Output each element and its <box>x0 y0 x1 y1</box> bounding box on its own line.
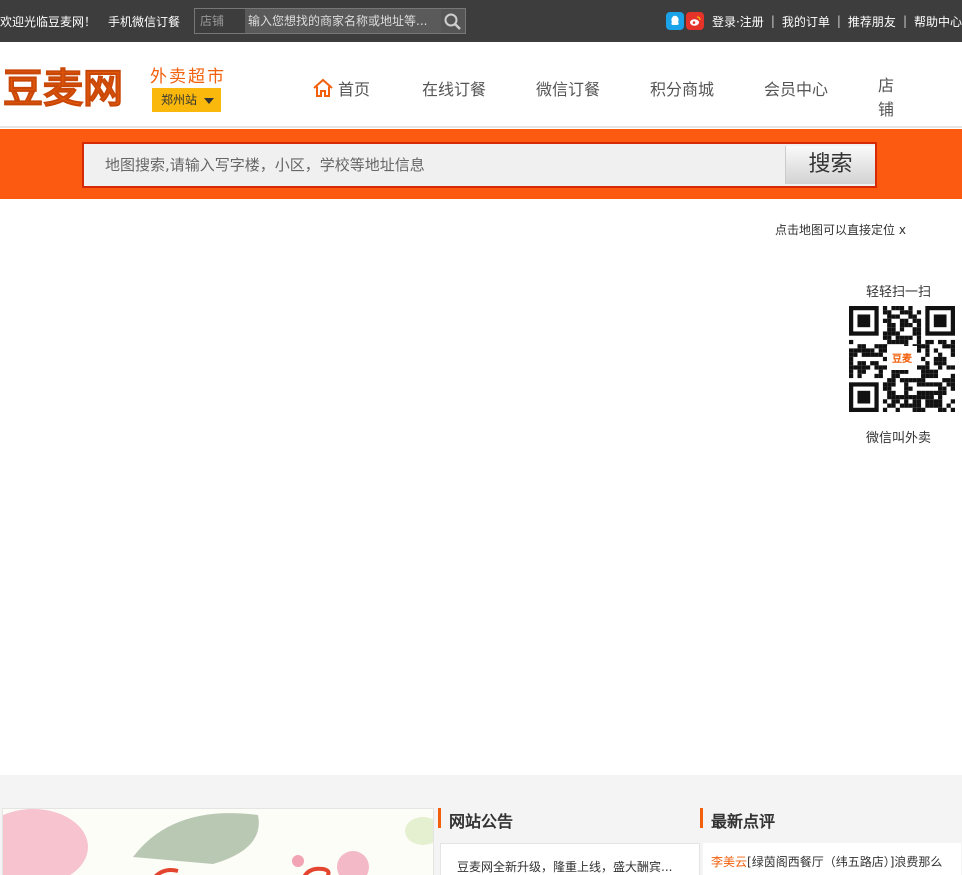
divider: | <box>902 14 907 28</box>
qr-caption: 微信叫外卖 <box>866 431 932 446</box>
site-header: 豆麦网 外卖超市 郑州站 首页 在线订餐 微信订餐 积分商城 会员中心 店铺 <box>0 42 962 128</box>
my-orders-link[interactable]: 我的订单 <box>782 13 830 30</box>
banner-image <box>3 809 433 875</box>
map-hint-text: 点击地图可以直接定位 <box>775 223 896 237</box>
review-item[interactable]: 李美云[绿茵阁西餐厅（纬五路店）]浪费那么 <box>711 853 951 871</box>
logo-text: 豆麦网 <box>3 65 123 112</box>
map-area[interactable]: 点击地图可以直接定位 x 轻轻扫一扫 豆麦 微信叫外卖 <box>0 199 962 775</box>
city-selector[interactable]: 郑州站 <box>152 88 221 112</box>
home-icon <box>313 78 333 97</box>
notice-list: 豆麦网全新升级，隆重上线，盛大酬宾... <box>440 843 700 875</box>
review-text: [绿茵阁西餐厅（纬五路店）]浪费那么 <box>747 855 943 869</box>
search-button[interactable]: 搜索 <box>785 146 875 184</box>
nav-member-center[interactable]: 会员中心 <box>764 76 828 100</box>
reviews-title: 最新点评 <box>700 808 775 831</box>
top-links: 登录·注册 | 我的订单 | 推荐朋友 | 帮助中心 <box>665 10 962 32</box>
divider: | <box>770 14 775 28</box>
nav-online-order[interactable]: 在线订餐 <box>422 76 486 100</box>
nav-store[interactable]: 店铺 <box>878 74 898 120</box>
top-search: 店铺 <box>194 8 466 34</box>
promo-banner[interactable] <box>2 808 434 875</box>
qr-logo-text: 豆麦 <box>892 352 913 365</box>
map-search: 搜索 <box>82 142 877 188</box>
notice-title: 网站公告 <box>438 808 513 831</box>
wechat-order-link[interactable]: 手机微信订餐 <box>108 13 180 30</box>
site-logo[interactable]: 豆麦网 <box>3 60 143 113</box>
map-hint: 点击地图可以直接定位 x <box>775 221 906 238</box>
scan-label: 轻轻扫一扫 <box>866 285 932 300</box>
lower-section: 网站公告 豆麦网全新升级，隆重上线，盛大酬宾... 最新点评 李美云[绿茵阁西餐… <box>0 775 962 875</box>
review-user[interactable]: 李美云 <box>711 855 747 869</box>
nav-points-mall[interactable]: 积分商城 <box>650 76 714 100</box>
qq-icon[interactable] <box>665 12 684 30</box>
nav-home[interactable]: 首页 <box>312 76 370 100</box>
help-center-link[interactable]: 帮助中心 <box>914 13 962 30</box>
nav-home-label: 首页 <box>338 80 371 99</box>
nav-wechat-order[interactable]: 微信订餐 <box>536 76 600 100</box>
login-register-link[interactable]: 登录·注册 <box>712 13 764 30</box>
qr-code: 豆麦 <box>849 306 955 412</box>
logo-tagline: 外卖超市 <box>150 67 226 87</box>
search-band: 搜索 <box>0 129 962 199</box>
search-icon[interactable] <box>443 12 463 32</box>
notice-item[interactable]: 豆麦网全新升级，隆重上线，盛大酬宾... <box>457 858 672 875</box>
weibo-icon[interactable] <box>685 12 704 30</box>
divider: | <box>836 14 841 28</box>
top-search-input[interactable] <box>245 9 441 33</box>
review-list: 李美云[绿茵阁西餐厅（纬五路店）]浪费那么 <box>703 843 961 875</box>
recommend-friends-link[interactable]: 推荐朋友 <box>848 13 896 30</box>
chevron-down-icon <box>204 98 214 104</box>
map-search-input[interactable] <box>86 146 784 184</box>
search-category-select[interactable]: 店铺 <box>195 9 245 33</box>
welcome-text: 欢迎光临豆麦网！ <box>0 15 97 29</box>
city-label: 郑州站 <box>161 93 198 107</box>
top-bar: 欢迎光临豆麦网！ 手机微信订餐 店铺 登录·注册 | 我的订单 | 推荐朋友 |… <box>0 0 962 42</box>
close-icon[interactable]: x <box>899 223 906 237</box>
